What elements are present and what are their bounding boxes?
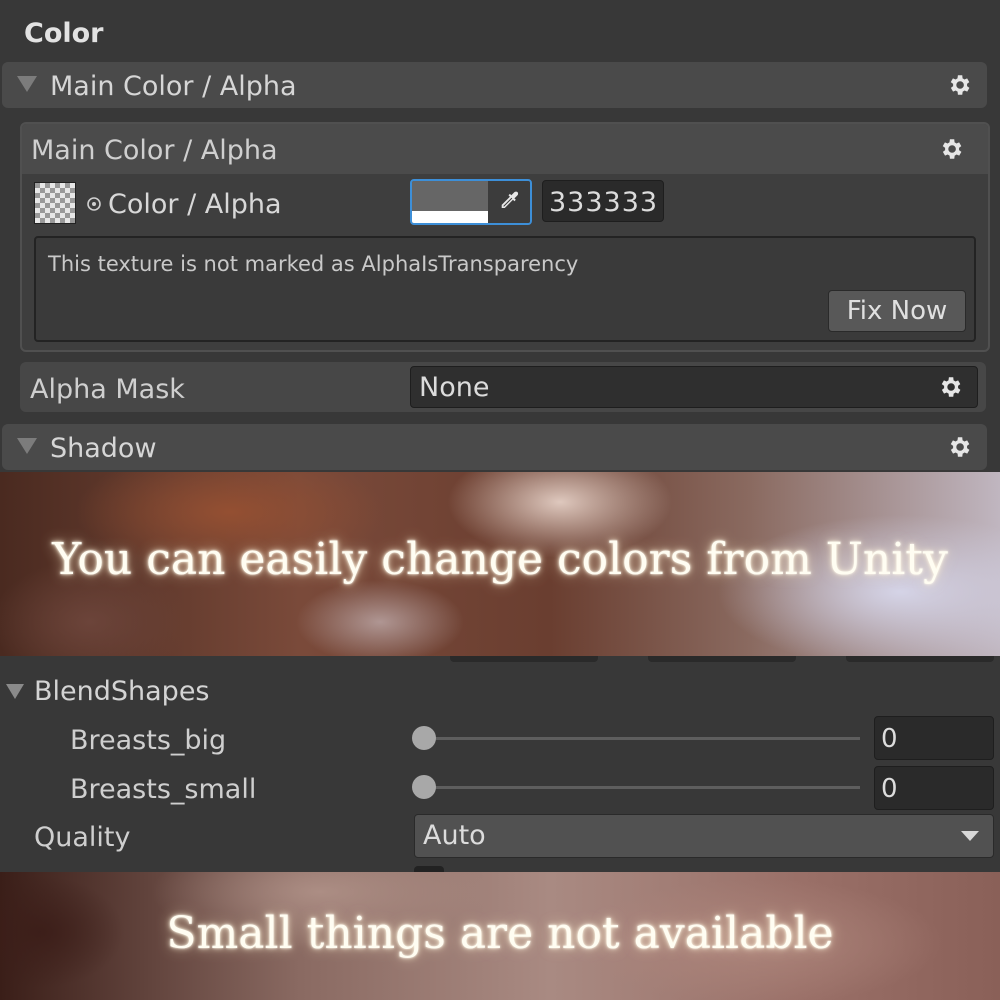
blendshape-slider-track[interactable] — [418, 786, 860, 789]
gear-icon[interactable] — [946, 434, 972, 460]
blendshape-label: Breasts_small — [70, 774, 257, 805]
blendshape-slider-knob[interactable] — [412, 726, 436, 750]
object-picker-icon[interactable] — [86, 196, 102, 212]
foldout-label: Main Color / Alpha — [50, 71, 297, 102]
hex-value: 333333 — [549, 187, 659, 218]
color-alpha-label: Color / Alpha — [108, 189, 282, 220]
blendshapes-expand-icon[interactable] — [6, 684, 24, 699]
blendshape-value-field[interactable]: 0 — [874, 766, 994, 810]
blendshape-slider-track[interactable] — [418, 737, 860, 740]
banner-bottom-caption: Small things are not available — [166, 908, 834, 959]
cut-field — [648, 656, 796, 662]
foldout-expand-icon[interactable] — [17, 76, 37, 92]
fix-now-button[interactable]: Fix Now — [828, 290, 966, 332]
quality-label: Quality — [34, 822, 131, 853]
help-box: This texture is not marked as AlphaIsTra… — [34, 236, 976, 342]
blendshape-value: 0 — [881, 774, 898, 804]
color-swatch-field[interactable] — [410, 179, 532, 225]
cut-field — [450, 656, 598, 662]
blendshape-label: Breasts_big — [70, 725, 227, 756]
main-color-panel: Main Color / Alpha Color / Alpha 333333 … — [20, 122, 990, 352]
banner-top-caption: You can easily change colors from Unity — [52, 534, 948, 585]
chevron-down-icon — [961, 831, 979, 841]
eyedropper-button[interactable] — [488, 181, 530, 223]
foldout-label: Shadow — [50, 433, 157, 464]
hex-color-input[interactable]: 333333 — [542, 180, 664, 222]
foldout-main-color-alpha[interactable]: Main Color / Alpha — [2, 62, 987, 108]
blendshape-value: 0 — [881, 724, 898, 754]
blendshapes-header[interactable]: BlendShapes — [34, 676, 210, 707]
blendshape-value-field[interactable]: 0 — [874, 716, 994, 760]
quality-value: Auto — [423, 820, 486, 851]
alpha-bar — [412, 211, 488, 223]
banner-bottom: Small things are not available — [0, 872, 1000, 1000]
gear-icon[interactable] — [937, 374, 963, 400]
texture-thumbnail[interactable] — [34, 182, 76, 224]
foldout-shadow[interactable]: Shadow — [2, 424, 987, 470]
blendshape-slider-knob[interactable] — [412, 775, 436, 799]
quality-dropdown[interactable]: Auto — [414, 814, 994, 858]
alpha-mask-field[interactable]: None — [410, 366, 978, 408]
eyedropper-icon — [501, 191, 519, 208]
banner-top: You can easily change colors from Unity — [0, 472, 1000, 656]
alpha-mask-value: None — [419, 372, 490, 403]
gear-icon[interactable] — [946, 72, 972, 98]
panel-header: Main Color / Alpha — [22, 124, 988, 174]
blendshapes-section: BlendShapes Breasts_big 0 Breasts_small … — [0, 656, 1000, 872]
color-swatch — [412, 181, 488, 211]
panel-header-label: Main Color / Alpha — [31, 135, 278, 166]
alpha-mask-label: Alpha Mask — [30, 374, 185, 405]
section-title-color: Color — [24, 18, 104, 49]
alpha-mask-row: Alpha Mask None — [20, 362, 986, 412]
gear-icon[interactable] — [938, 136, 964, 162]
cut-field — [846, 656, 994, 662]
foldout-expand-icon[interactable] — [17, 438, 37, 454]
help-box-message: This texture is not marked as AlphaIsTra… — [48, 252, 579, 276]
